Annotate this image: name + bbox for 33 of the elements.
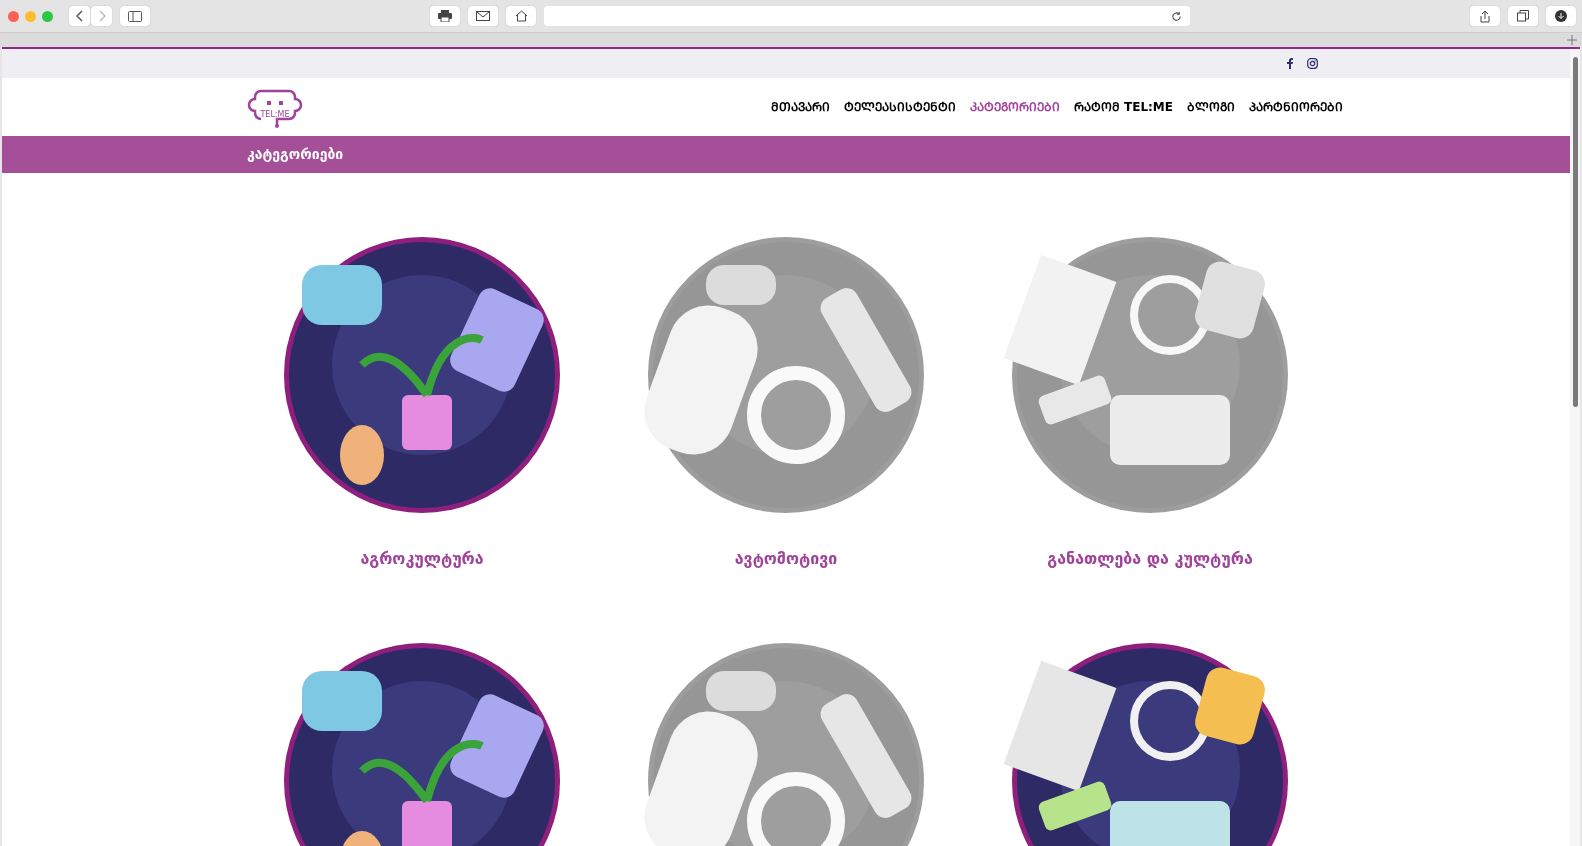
sidebar-button[interactable]: [120, 6, 150, 26]
logo-text: TEL:ME: [260, 111, 290, 119]
instagram-icon[interactable]: [1307, 58, 1318, 69]
facebook-icon[interactable]: [1287, 58, 1293, 69]
print-button[interactable]: [430, 6, 460, 26]
share-icon: [1480, 9, 1490, 23]
category-link[interactable]: განათლება და კულტურა: [1047, 547, 1253, 571]
forward-icon: [97, 10, 106, 22]
back-icon: [75, 10, 84, 22]
category-link[interactable]: აგროკულტურა: [360, 547, 484, 571]
nav-link[interactable]: ᲢᲔᲚᲔᲐᲡᲘᲡᲢᲔᲜᲢᲘ: [843, 98, 956, 116]
page-title: კატეგორიები: [247, 145, 344, 164]
share-button[interactable]: [1470, 6, 1500, 26]
sidebar-icon: [128, 10, 142, 22]
tabs-icon: [1517, 10, 1529, 22]
mail-icon: [476, 11, 490, 21]
nav-link[interactable]: ᲙᲐᲢᲔᲒᲝᲠᲘᲔᲑᲘ: [969, 98, 1060, 116]
nav-link[interactable]: ᲠᲐᲢᲝᲛ TEL:ME: [1073, 98, 1173, 116]
print-icon: [438, 10, 452, 22]
home-icon: [514, 10, 528, 22]
category-link[interactable]: ავტომოტივი: [734, 547, 838, 571]
address-field[interactable]: [544, 6, 1190, 26]
tabs-button[interactable]: [1508, 6, 1538, 26]
mail-button[interactable]: [468, 6, 498, 26]
nav-link[interactable]: ᲞᲐᲠᲢᲜᲘᲝᲠᲔᲑᲘ: [1249, 98, 1343, 116]
logo[interactable]: TEL:ME: [247, 85, 303, 129]
nav-link[interactable]: ᲑᲚᲝᲒᲘ: [1187, 98, 1235, 116]
home-button[interactable]: [506, 6, 536, 26]
back-button[interactable]: [69, 6, 90, 26]
download-icon: [1555, 10, 1567, 22]
nav-link[interactable]: ᲛᲗᲐᲕᲐᲠᲘ: [770, 98, 830, 116]
download-button[interactable]: [1546, 6, 1576, 26]
reload-icon[interactable]: [1171, 10, 1182, 22]
